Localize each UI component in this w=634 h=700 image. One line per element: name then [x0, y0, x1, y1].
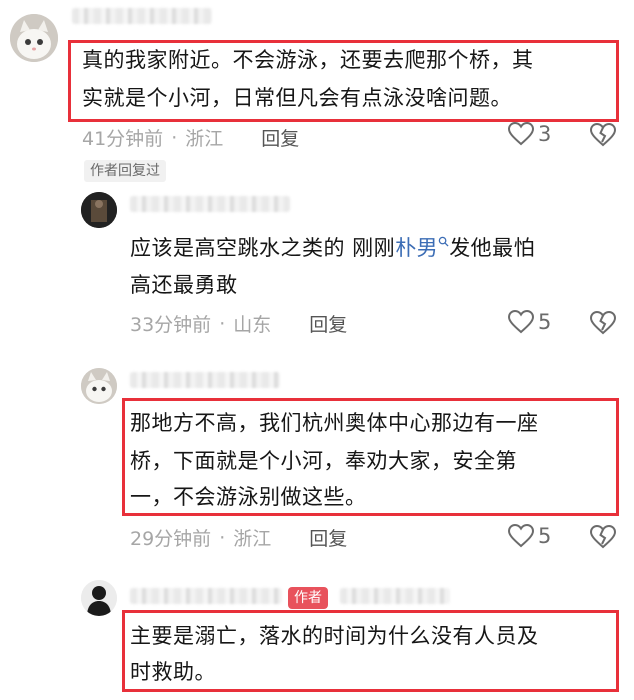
author-badge: 作者 [288, 587, 328, 609]
dislike-button[interactable] [589, 122, 617, 151]
comment-time: 29分钟前 [130, 528, 212, 550]
comment-text-line: 高还最勇敢 [130, 273, 238, 297]
comment-text-line: 一，不会游泳别做这些。 [130, 485, 367, 509]
broken-heart-icon [589, 524, 617, 549]
avatar[interactable] [81, 368, 117, 404]
comment-time: 33分钟前 [130, 314, 212, 336]
user-avatar-image [81, 192, 117, 228]
heart-outline-icon [508, 310, 534, 334]
comment-meta: 29分钟前 · 浙江 回复 [130, 524, 347, 551]
dislike-button[interactable] [589, 310, 617, 339]
author-avatar-image [81, 580, 117, 616]
comment-text-line: 真的我家附近。不会游泳，还要去爬那个桥，其 [82, 48, 534, 72]
hashtag-link[interactable]: 朴男 [395, 236, 438, 260]
username-blurred[interactable] [72, 8, 212, 24]
like-count: 3 [538, 122, 552, 146]
username-blurred [340, 588, 450, 604]
broken-heart-icon [589, 310, 617, 335]
comment-text-line: 那地方不高，我们杭州奥体中心那边有一座 [130, 411, 539, 435]
comment-text-line: 桥，下面就是个小河，奉劝大家，安全第 [130, 449, 517, 473]
avatar[interactable] [10, 14, 58, 62]
author-replied-tag: 作者回复过 [84, 160, 166, 182]
comment-location: 浙江 [233, 528, 272, 550]
comment-location: 山东 [233, 314, 272, 336]
comment-text-line: 实就是个小河，日常但凡会有点泳没啥问题。 [82, 86, 512, 110]
comment-text-line: 应该是高空跳水之类的 刚刚朴男 发他最怕 [130, 231, 535, 265]
like-count: 5 [538, 524, 552, 548]
like-button[interactable]: 5 [508, 524, 551, 548]
separator-dot: · [171, 126, 178, 149]
reply-button[interactable]: 回复 [309, 310, 347, 337]
separator-dot: · [219, 312, 226, 335]
comment-meta: 41分钟前 · 浙江 回复 [82, 124, 299, 151]
username-blurred[interactable] [130, 372, 280, 388]
comment-text: 发他最怕 [449, 236, 536, 260]
reply-button[interactable]: 回复 [261, 124, 299, 151]
username-blurred[interactable] [130, 196, 290, 212]
heart-outline-icon [508, 122, 534, 146]
avatar[interactable] [81, 580, 117, 616]
dislike-button[interactable] [589, 524, 617, 553]
username-blurred[interactable] [130, 588, 282, 604]
comment-text-line: 主要是溺亡，落水的时间为什么没有人员及 [130, 624, 539, 648]
comment-text: 应该是高空跳水之类的 刚刚 [130, 236, 396, 260]
cat-avatar-image [81, 368, 117, 404]
comment-meta: 33分钟前 · 山东 回复 [130, 310, 347, 337]
like-button[interactable]: 5 [508, 310, 551, 334]
like-button[interactable]: 3 [508, 122, 551, 146]
heart-outline-icon [508, 524, 534, 548]
reply-button[interactable]: 回复 [309, 524, 347, 551]
comment-location: 浙江 [185, 128, 224, 150]
search-icon [438, 236, 449, 247]
broken-heart-icon [589, 122, 617, 147]
like-count: 5 [538, 310, 552, 334]
avatar[interactable] [81, 192, 117, 228]
comment-time: 41分钟前 [82, 128, 164, 150]
cat-avatar-image [10, 14, 58, 62]
comment-text-line: 时救助。 [130, 660, 216, 684]
separator-dot: · [219, 526, 226, 549]
